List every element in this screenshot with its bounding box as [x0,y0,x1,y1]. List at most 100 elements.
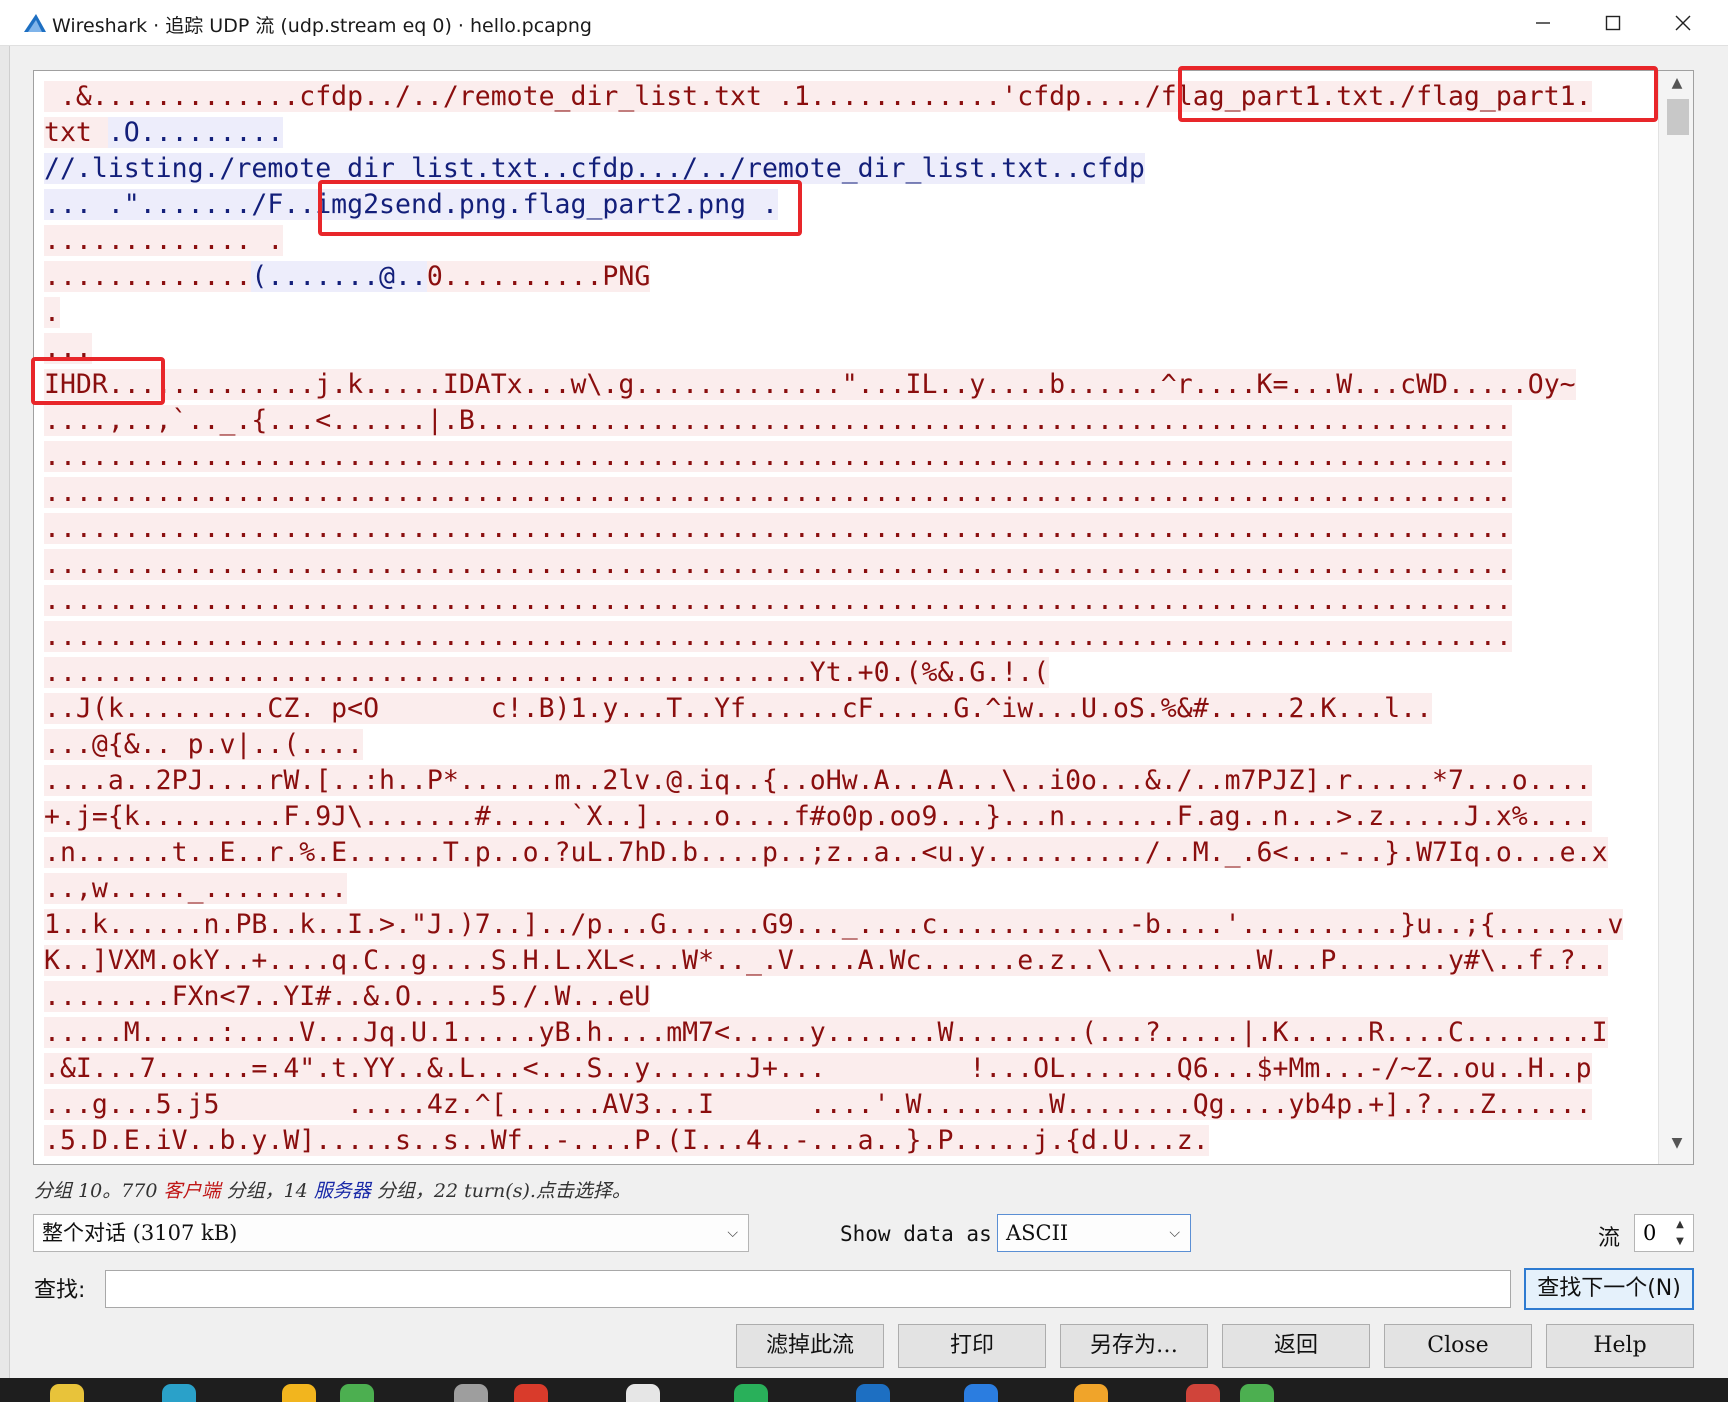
title-bar[interactable]: Wireshark · 追踪 UDP 流 (udp.stream eq 0) ·… [0,0,1728,46]
client-data-segment: ..J(k.........CZ. p<O c!.B)1.y...T..Yf..… [44,693,1433,724]
stream-line[interactable]: . [44,295,1654,331]
stream-line[interactable]: 1..k......n.PB..k..I.>."J.)7..]../p...G.… [44,907,1654,943]
show-data-as-select[interactable]: ASCII ⌵ [997,1214,1191,1252]
status-client-label: 客户端 [163,1180,221,1202]
filter-out-stream-button[interactable]: 滤掉此流 [736,1324,884,1368]
client-data-segment: .5.D.E.iV..b.y.W].....s..s..Wf..-....P.(… [44,1125,1209,1156]
find-next-button[interactable]: 查找下一个(N) [1524,1268,1694,1310]
client-data-segment: 1..k......n.PB..k..I.>."J.)7..]../p...G.… [44,909,1624,940]
client-data-segment: .&I...7......=.4".t.YY..&.L...<...S..y..… [44,1053,1592,1084]
client-data-segment: ............. . [44,225,284,256]
stream-line[interactable]: ........................................… [44,619,1654,655]
find-input[interactable] [105,1270,1511,1308]
stream-line[interactable]: ....a..2PJ....rW.[..:h..P*......m..2lv.@… [44,763,1654,799]
client-data-segment: ........................................… [44,477,1512,508]
scroll-down-icon[interactable]: ▼ [1659,1135,1693,1159]
stream-line[interactable]: ..,w....._......... [44,871,1654,907]
client-data-segment: ....a..2PJ....rW.[..:h..P*......m..2lv.@… [44,765,1592,796]
client-data-segment: ........................................… [44,621,1512,652]
minimize-button[interactable] [1508,0,1578,46]
client-data-segment: .n......t..E..r.%.E......T.p..o.?uL.7hD.… [44,837,1608,868]
taskbar-app-icon[interactable] [282,1384,316,1402]
show-data-as-label: Show data as [840,1222,992,1246]
stream-line[interactable]: ........................................… [44,511,1654,547]
chevron-down-icon: ⌵ [727,1225,738,1241]
stream-line[interactable]: ..J(k.........CZ. p<O c!.B)1.y...T..Yf..… [44,691,1654,727]
close-button[interactable]: Close [1384,1324,1532,1368]
stream-number-label: 流 [1598,1226,1621,1251]
stream-lines: .&.............cfdp../../remote_dir_list… [44,79,1654,1159]
status-middle: 分组，14 [220,1180,314,1202]
stream-line[interactable]: ... ."......./F..img2send.png.flag_part2… [44,187,1654,223]
client-data-segment: ........................................… [44,585,1512,616]
client-data-segment: +.j={k.........F.9J\.......#.....`X..]..… [44,801,1592,832]
stream-line[interactable]: ... [44,331,1654,367]
stream-line[interactable]: .n......t..E..r.%.E......T.p..o.?uL.7hD.… [44,835,1654,871]
server-data-segment: (.......@.. [251,261,427,292]
taskbar-app-icon[interactable] [1186,1384,1220,1402]
client-data-segment: .....M.....:....V...Jq.U.1.....yB.h....m… [44,1017,1608,1048]
status-server-label: 服务器 [313,1180,371,1202]
client-data-segment: ............. [44,261,252,292]
stream-line[interactable]: .............(.......@..0..........PNG [44,259,1654,295]
stream-line[interactable]: .&I...7......=.4".t.YY..&.L...<...S..y..… [44,1051,1654,1087]
wireshark-fin-icon [24,14,46,32]
stream-line[interactable]: ........................................… [44,439,1654,475]
client-data-segment: ........FXn<7..YI#..&.O.....5./.W...eU [44,981,651,1012]
stream-line[interactable]: ........................................… [44,475,1654,511]
help-button[interactable]: Help [1546,1324,1694,1368]
stream-line[interactable]: +.j={k.........F.9J\.......#.....`X..]..… [44,799,1654,835]
client-data-segment: ....,..,`.._.{...<......|.B.............… [44,405,1512,436]
stream-line[interactable]: ...@{&.. p.v|..(.... [44,727,1654,763]
stream-line[interactable]: ........................................… [44,583,1654,619]
taskbar-app-icon[interactable] [454,1384,488,1402]
taskbar-app-icon[interactable] [964,1384,998,1402]
stream-line[interactable]: ....,..,`.._.{...<......|.B.............… [44,403,1654,439]
client-data-segment: IHDR.............j.k.....IDATx...w\.g...… [44,369,1576,400]
stream-line[interactable]: K..]VXM.okY..+....q.C..g....S.H.L.XL<...… [44,943,1654,979]
taskbar-app-icon[interactable] [514,1384,548,1402]
stream-number-spinbox[interactable]: 0 ▲ ▼ [1634,1214,1694,1252]
taskbar-app-icon[interactable] [1074,1384,1108,1402]
taskbar-app-icon[interactable] [734,1384,768,1402]
taskbar [0,1378,1728,1402]
client-data-segment: K..]VXM.okY..+....q.C..g....S.H.L.XL<...… [44,945,1608,976]
annotation-flag-part1 [1178,66,1658,122]
stream-line[interactable]: .....M.....:....V...Jq.U.1.....yB.h....m… [44,1015,1654,1051]
scroll-up-icon[interactable]: ▲ [1659,75,1693,99]
stream-status: 分组 10。770 客户端 分组，14 服务器 分组，22 turn(s).点击… [34,1176,631,1203]
client-data-segment: 0..........PNG [426,261,651,292]
annotation-ihdr [31,357,165,405]
client-data-segment: ........................................… [44,441,1512,472]
follow-udp-stream-window: Wireshark · 追踪 UDP 流 (udp.stream eq 0) ·… [0,0,1728,1378]
stream-content-view[interactable]: .&.............cfdp../../remote_dir_list… [33,70,1694,1165]
stream-line[interactable]: .5.D.E.iV..b.y.W].....s..s..Wf..-....P.(… [44,1123,1654,1159]
stream-line[interactable]: ........................................… [44,547,1654,583]
vertical-scrollbar[interactable]: ▲ ▼ [1658,71,1693,1164]
stream-line[interactable]: ...g...5.j5 .....4z.^[......AV3...I ....… [44,1087,1654,1123]
conversation-select[interactable]: 整个对话 (3107 kB) ⌵ [33,1214,749,1252]
save-as-button[interactable]: 另存为… [1060,1324,1208,1368]
taskbar-app-icon[interactable] [162,1384,196,1402]
maximize-button[interactable] [1578,0,1648,46]
taskbar-app-icon[interactable] [856,1384,890,1402]
conversation-value: 整个对话 (3107 kB) [42,1221,238,1245]
spin-up-icon[interactable]: ▲ [1669,1216,1691,1233]
taskbar-app-icon[interactable] [340,1384,374,1402]
client-data-segment: txt [44,117,108,148]
back-button[interactable]: 返回 [1222,1324,1370,1368]
stream-line[interactable]: //.listing./remote_dir_list.txt..cfdp...… [44,151,1654,187]
spin-down-icon[interactable]: ▼ [1669,1233,1691,1250]
close-window-button[interactable] [1648,0,1718,46]
stream-line[interactable]: IHDR.............j.k.....IDATx...w\.g...… [44,367,1654,403]
taskbar-app-icon[interactable] [1240,1384,1274,1402]
stream-line[interactable]: ............. . [44,223,1654,259]
stream-line[interactable]: ........FXn<7..YI#..&.O.....5./.W...eU [44,979,1654,1015]
taskbar-app-icon[interactable] [626,1384,660,1402]
print-button[interactable]: 打印 [898,1324,1046,1368]
annotation-flag-part2 [318,180,802,236]
stream-line[interactable]: ........................................… [44,655,1654,691]
find-label: 查找: [34,1278,86,1303]
taskbar-app-icon[interactable] [50,1384,84,1402]
scrollbar-thumb[interactable] [1667,99,1689,135]
